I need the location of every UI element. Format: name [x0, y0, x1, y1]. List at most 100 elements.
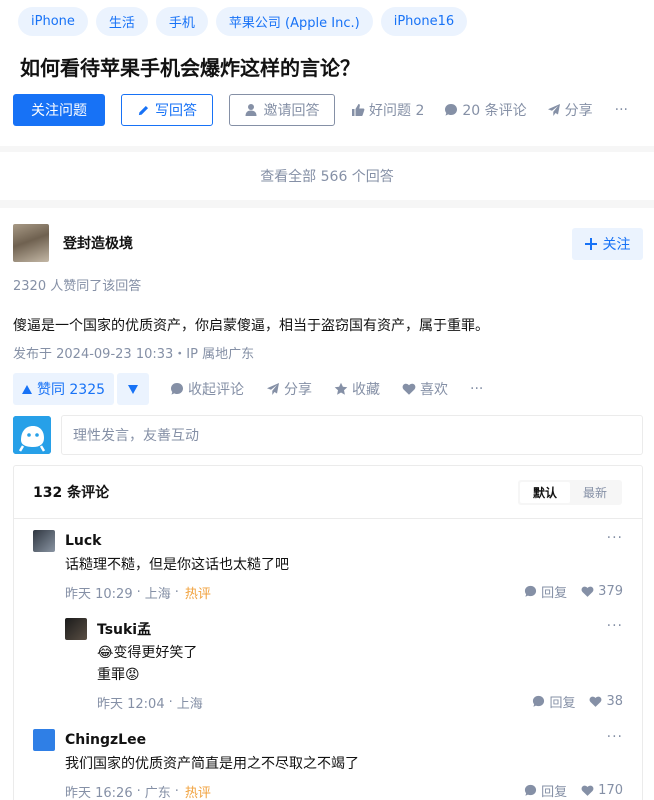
dot-separator: ·: [168, 694, 173, 710]
triangle-up-icon: [21, 384, 32, 394]
collect-button[interactable]: 收藏: [334, 379, 380, 399]
comment-location: 上海: [144, 586, 171, 602]
comment-more-button[interactable]: ···: [607, 729, 623, 745]
follow-question-button[interactable]: 关注问题: [13, 94, 105, 126]
commenter-name[interactable]: Luck: [65, 533, 102, 549]
answer-more-button[interactable]: ···: [470, 381, 483, 397]
answer-content: 傻逼是一个国家的优质资产，你启蒙傻逼，相当于盗窃国有资产，属于重罪。: [13, 318, 489, 334]
comment-like-button[interactable]: 379: [581, 584, 623, 599]
comment-location: 广东: [144, 785, 171, 800]
answer-actions: 赞同 2325 收起评论 分享 收藏 喜欢 ···: [13, 373, 483, 405]
comment-bubble-icon: [444, 103, 458, 117]
comment-more-button[interactable]: ···: [607, 618, 623, 634]
comment-item: ChingzLee ··· 我们国家的优质资产简直是用之不尽取之不竭了 昨天 1…: [33, 729, 623, 800]
comment-text: 😂变得更好笑了 重罪😡: [97, 642, 623, 686]
question-more-button[interactable]: ···: [615, 102, 628, 118]
comments-panel: 132 条评论 默认 最新 Luck ··· 话糙理不糙，但是你这话也太糙了吧 …: [13, 465, 643, 800]
dot-separator: ·: [174, 783, 179, 799]
upvote-label: 赞同 2325: [36, 382, 106, 398]
heart-icon: [590, 696, 602, 707]
my-avatar[interactable]: [13, 416, 51, 454]
share-plane-icon: [266, 382, 280, 396]
topic-tag[interactable]: 手机: [155, 7, 208, 36]
comment-input[interactable]: 理性发言，友善互动: [61, 415, 643, 455]
comment-footer: 昨天 16:26 · 广东 · 热评 回复 170: [65, 781, 623, 800]
answer-share-label: 分享: [284, 382, 312, 398]
question-title[interactable]: 如何看待苹果手机会爆炸这样的言论？: [20, 52, 360, 81]
commenter-name[interactable]: ChingzLee: [65, 732, 146, 748]
comment-actions: 回复 38: [532, 692, 623, 711]
comment-footer: 昨天 10:29 · 上海 · 热评 回复 379: [65, 582, 623, 602]
comment-more-button[interactable]: ···: [607, 530, 623, 546]
laughing-emoji: 😂: [97, 645, 114, 661]
collapse-comments-label: 收起评论: [188, 382, 244, 398]
comments-sort-switch: 默认 最新: [517, 479, 622, 505]
comment-text-line: 变得更好笑了: [113, 645, 198, 661]
topic-tag[interactable]: iPhone: [18, 7, 88, 36]
comment-time: 昨天 10:29: [65, 586, 133, 602]
star-icon: [334, 382, 348, 396]
comment-reply-button[interactable]: 回复: [532, 692, 575, 711]
author-avatar[interactable]: [13, 224, 49, 262]
comment-reply-button[interactable]: 回复: [524, 781, 567, 800]
angry-emoji: 😡: [125, 667, 140, 683]
reply-row: 理性发言，友善互动: [13, 415, 643, 455]
comments-header: 132 条评论 默认 最新: [14, 466, 642, 519]
comment-bubble-icon: [525, 585, 537, 597]
good-question-label: 好问题 2: [369, 103, 425, 119]
comment-location: 上海: [176, 696, 203, 712]
commenter-avatar[interactable]: [33, 729, 55, 751]
comment-reply-button[interactable]: 回复: [524, 582, 567, 601]
commenter-avatar[interactable]: [33, 530, 55, 552]
answer-author: 登封造极境: [13, 224, 133, 262]
question-share-button[interactable]: 分享: [547, 100, 593, 120]
comment-actions: 回复 170: [524, 781, 623, 800]
good-question-button[interactable]: 好问题 2: [351, 100, 424, 120]
comment-like-count: 379: [598, 584, 623, 599]
like-button[interactable]: 喜欢: [402, 379, 448, 399]
question-comments-label: 20 条评论: [462, 103, 527, 119]
heart-icon: [581, 785, 594, 796]
like-label: 喜欢: [420, 382, 448, 398]
downvote-button[interactable]: [117, 373, 149, 405]
comment-actions: 回复 379: [524, 582, 623, 601]
author-name[interactable]: 登封造极境: [63, 233, 133, 253]
comment-time: 昨天 12:04: [97, 696, 165, 712]
invite-answer-button[interactable]: 邀请回答: [229, 94, 335, 126]
sort-default-tab[interactable]: 默认: [519, 481, 570, 503]
comment-like-button[interactable]: 38: [589, 694, 623, 709]
view-all-answers-link[interactable]: 查看全部 566 个回答: [260, 166, 394, 186]
comment-text: 我们国家的优质资产简直是用之不尽取之不竭了: [65, 756, 359, 772]
dot-separator: ·: [174, 584, 179, 600]
comment-text-line: 重罪: [97, 667, 125, 683]
question-comments-button[interactable]: 20 条评论: [444, 100, 527, 120]
question-header: iPhone 生活 手机 苹果公司 (Apple Inc.) iPhone16 …: [0, 0, 654, 146]
follow-author-button[interactable]: 关注: [572, 228, 643, 260]
collapse-comments-button[interactable]: 收起评论: [170, 379, 244, 399]
plus-icon: [584, 238, 597, 250]
topic-tag[interactable]: 苹果公司 (Apple Inc.): [215, 7, 373, 36]
commenter-name[interactable]: Tsuki孟: [97, 619, 151, 639]
share-plane-icon: [547, 103, 561, 117]
question-actions: 关注问题 写回答 邀请回答 好问题 2 20 条评论 分享 ···: [13, 94, 628, 126]
upvote-button[interactable]: 赞同 2325: [13, 373, 114, 405]
topic-tag[interactable]: iPhone16: [380, 7, 468, 36]
thumb-up-icon: [351, 103, 365, 117]
heart-icon: [581, 586, 594, 597]
comment-reply-item: Tsuki孟 ··· 😂变得更好笑了 重罪😡 昨天 12:04 · 上海 回复: [65, 618, 623, 712]
sort-latest-tab[interactable]: 最新: [570, 482, 620, 503]
heart-icon: [402, 382, 416, 396]
commenter-avatar[interactable]: [65, 618, 87, 640]
triangle-down-icon: [128, 384, 138, 394]
comment-bubble-icon: [525, 784, 537, 796]
comment-text: 话糙理不糙，但是你这话也太糙了吧: [65, 557, 289, 573]
reply-label: 回复: [541, 785, 568, 800]
publish-info: 发布于 2024-09-23 10:33・IP 属地广东: [13, 347, 255, 362]
answer-share-button[interactable]: 分享: [266, 379, 312, 399]
comment-like-count: 170: [598, 783, 623, 798]
hot-comment-badge: 热评: [184, 586, 211, 602]
topic-tag[interactable]: 生活: [95, 7, 148, 36]
comment-like-button[interactable]: 170: [581, 783, 623, 798]
upvote-count-line: 2320 人赞同了该回答: [13, 279, 142, 294]
write-answer-button[interactable]: 写回答: [121, 94, 213, 126]
